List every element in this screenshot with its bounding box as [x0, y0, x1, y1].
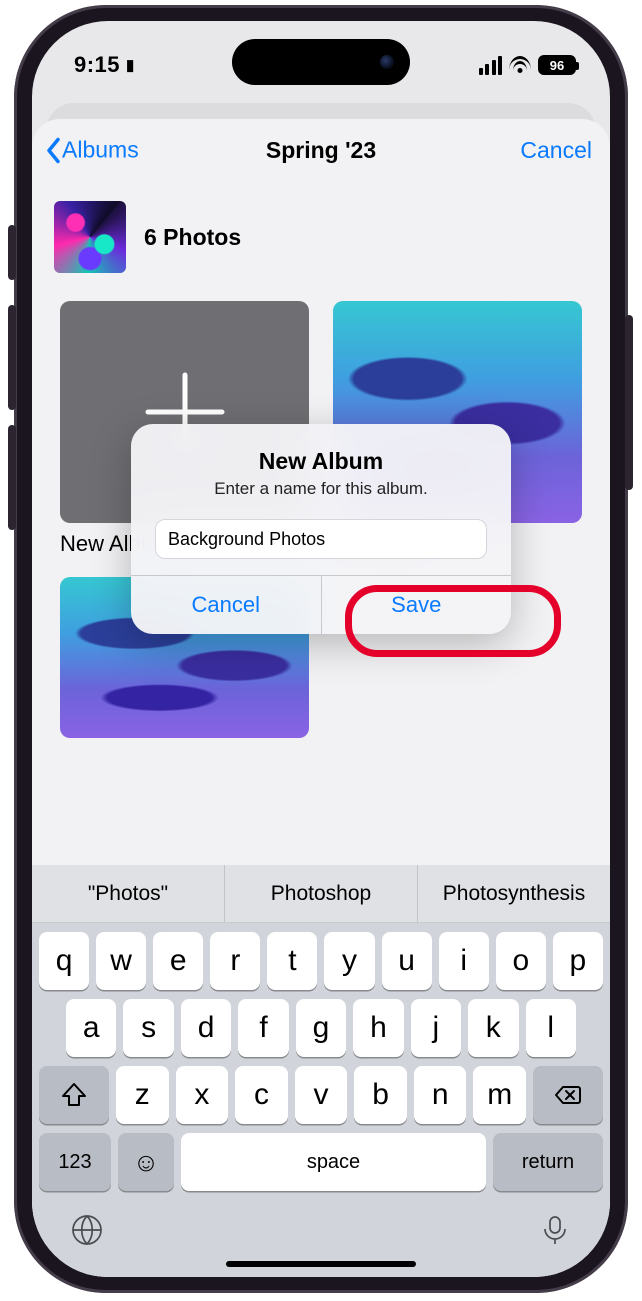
alert-title: New Album — [151, 448, 491, 475]
battery-pct: 96 — [538, 55, 576, 75]
key-c[interactable]: c — [235, 1066, 288, 1124]
backspace-icon — [554, 1081, 582, 1109]
status-bar: 9:15 ▮ 96 — [32, 45, 610, 85]
key-row-3: z x c v b n m — [32, 1057, 610, 1124]
key-v[interactable]: v — [295, 1066, 348, 1124]
key-u[interactable]: u — [382, 932, 432, 990]
key-a[interactable]: a — [66, 999, 116, 1057]
key-j[interactable]: j — [411, 999, 461, 1057]
key-h[interactable]: h — [353, 999, 403, 1057]
globe-icon[interactable] — [70, 1213, 104, 1247]
home-indicator[interactable] — [226, 1261, 416, 1267]
key-n[interactable]: n — [414, 1066, 467, 1124]
key-return[interactable]: return — [493, 1133, 603, 1191]
key-z[interactable]: z — [116, 1066, 169, 1124]
key-x[interactable]: x — [176, 1066, 229, 1124]
key-123[interactable]: 123 — [39, 1133, 111, 1191]
album-name-input[interactable] — [155, 519, 487, 559]
key-k[interactable]: k — [468, 999, 518, 1057]
key-b[interactable]: b — [354, 1066, 407, 1124]
key-i[interactable]: i — [439, 932, 489, 990]
wifi-icon — [509, 56, 531, 74]
key-row-1: q w e r t y u i o p — [32, 923, 610, 990]
battery-icon: 96 — [538, 55, 576, 75]
key-space[interactable]: space — [181, 1133, 486, 1191]
add-to-album-sheet: Albums Spring '23 Cancel 6 Photos New Al… — [32, 119, 610, 1277]
key-t[interactable]: t — [267, 932, 317, 990]
side-button-power — [625, 315, 633, 490]
key-row-2: a s d f g h j k l — [32, 990, 610, 1057]
screen: 9:15 ▮ 96 Albums Spring '23 — [32, 21, 610, 1277]
alert-save-button[interactable]: Save — [321, 576, 512, 634]
dictation-icon[interactable] — [538, 1213, 572, 1247]
key-m[interactable]: m — [473, 1066, 526, 1124]
key-q[interactable]: q — [39, 932, 89, 990]
alert-cancel-button[interactable]: Cancel — [131, 576, 321, 634]
cellular-icon — [479, 56, 503, 75]
key-l[interactable]: l — [526, 999, 576, 1057]
side-button-silence — [8, 225, 16, 280]
prediction-bar: "Photos" Photoshop Photosynthesis — [32, 865, 610, 923]
key-emoji[interactable]: ☺ — [118, 1133, 174, 1191]
shift-icon — [60, 1081, 88, 1109]
emoji-icon: ☺ — [133, 1147, 160, 1178]
key-w[interactable]: w — [96, 932, 146, 990]
key-g[interactable]: g — [296, 999, 346, 1057]
prediction-1[interactable]: Photoshop — [224, 865, 417, 922]
keyboard-footer — [32, 1191, 610, 1247]
alert-message: Enter a name for this album. — [151, 479, 491, 499]
key-y[interactable]: y — [324, 932, 374, 990]
key-d[interactable]: d — [181, 999, 231, 1057]
key-r[interactable]: r — [210, 932, 260, 990]
key-shift[interactable] — [39, 1066, 109, 1124]
side-button-vol-up — [8, 305, 16, 410]
key-p[interactable]: p — [553, 932, 603, 990]
orientation-lock-icon: ▮ — [126, 56, 135, 74]
prediction-2[interactable]: Photosynthesis — [417, 865, 610, 922]
key-o[interactable]: o — [496, 932, 546, 990]
key-s[interactable]: s — [123, 999, 173, 1057]
new-album-alert: New Album Enter a name for this album. C… — [131, 424, 511, 634]
phone-frame: 9:15 ▮ 96 Albums Spring '23 — [14, 5, 628, 1293]
prediction-0[interactable]: "Photos" — [32, 865, 224, 922]
key-row-4: 123 ☺ space return — [32, 1124, 610, 1191]
clock-text: 9:15 — [74, 52, 120, 78]
keyboard: "Photos" Photoshop Photosynthesis q w e … — [32, 865, 610, 1277]
key-backspace[interactable] — [533, 1066, 603, 1124]
key-f[interactable]: f — [238, 999, 288, 1057]
key-e[interactable]: e — [153, 932, 203, 990]
status-time: 9:15 ▮ — [74, 52, 135, 78]
side-button-vol-down — [8, 425, 16, 530]
